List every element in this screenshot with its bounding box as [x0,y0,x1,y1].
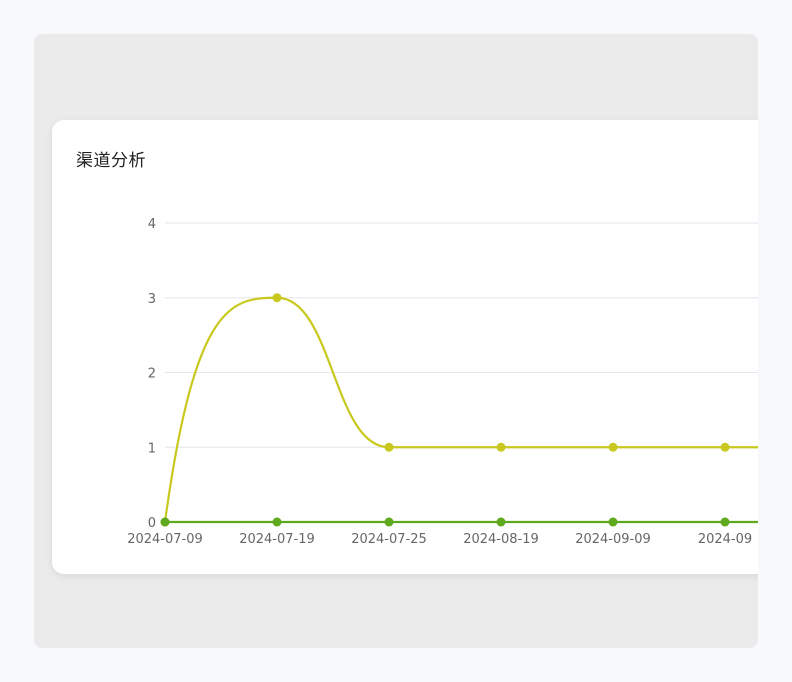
page-background-panel: 渠道分析 0 1 2 3 4 2024-07-09 2024-07-19 2024-07-25… [34,34,758,648]
series-1-point [272,293,282,303]
y-tick-label: 1 [148,441,156,456]
series-2-point [160,517,170,527]
x-tick-label: 2024-08-19 [463,532,539,547]
x-tick-label: 2024-09-09 [575,532,651,547]
series-1-point [720,442,730,452]
x-tick-label: 2024-07-09 [127,532,203,547]
x-tick-label: 2024-09 [698,532,752,547]
y-tick-label: 4 [148,217,156,232]
series-2-point [608,517,618,527]
x-tick-label: 2024-07-19 [239,532,315,547]
series-1-point [496,442,506,452]
series-2-point [496,517,506,527]
series-2-point [384,517,394,527]
x-tick-label: 2024-07-25 [351,532,427,547]
y-tick-label: 2 [148,367,156,382]
series-1-point [384,442,394,452]
series-line-1 [163,296,758,523]
y-tick-label: 3 [148,292,156,307]
y-tick-label: 0 [148,516,156,531]
series-2-point [720,517,730,527]
chart-card: 渠道分析 0 1 2 3 4 2024-07-09 2024-07-19 2024-07-25… [52,120,758,574]
channel-analysis-line-chart: 0 1 2 3 4 2024-07-09 2024-07-19 2024-07-25 2024-… [127,217,758,547]
series-2-point [272,517,282,527]
series-1-point [608,442,618,452]
